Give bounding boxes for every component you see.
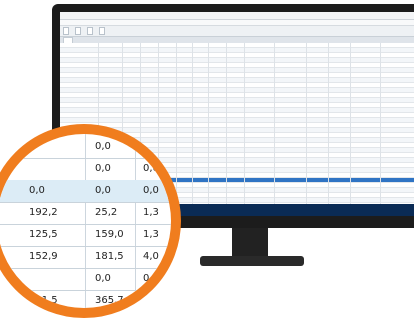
magnifier-cell: 4,0 [143,251,159,262]
magnifier-cell: 0,0 [95,273,111,284]
magnifier-row: 0,0 0,0 [0,268,171,290]
magnifier-cell: 0,0 [95,185,111,196]
column-divider [380,43,381,204]
magnifier-cell: 159,0 [95,229,124,240]
column-divider [274,43,275,204]
magnifier-cell: 181,5 [95,251,124,262]
magnifier-cell: 192,2 [29,207,58,218]
toolbar-button[interactable] [99,27,105,35]
magnifier-cell: 1,3 [143,207,159,218]
magnifier-cell: 365,7 [95,295,124,306]
magnifier-row: 0,0 0,0 [0,158,171,180]
column-divider [176,43,177,204]
magnifier-row: 152,9 181,5 4,0 [0,246,171,268]
magnifier-cell: 0,0 [143,163,159,174]
magnifier-cell: 311,5 [29,295,58,306]
column-divider [226,43,227,204]
toolbar [60,26,414,37]
toolbar-button[interactable] [63,27,69,35]
monitor-stand-neck [232,228,268,258]
magnifier-lens: 0,0 0,0 0,0 0,0 0,0 0,0 192,2 25,2 1,3 125,5 159,0… [0,124,181,318]
magnifier-cell: 1,3 [143,229,159,240]
column-divider [244,43,245,204]
column-divider [350,43,351,204]
magnifier-cell: 0,0 [143,273,159,284]
magnifier-cell: 0,0 [95,141,111,152]
magnifier-cell: 152,9 [29,251,58,262]
column-divider [306,43,307,204]
magnifier-row: 125,5 159,0 1,3 [0,224,171,246]
column-divider [192,43,193,204]
magnifier-row: 311,5 365,7 [0,290,171,308]
magnifier-cell: 0,0 [143,185,159,196]
magnifier-cell: 125,5 [29,229,58,240]
magnifier-row: 0,0 [0,136,171,158]
magnifier-row-divider [0,312,171,313]
toolbar-button[interactable] [75,27,81,35]
monitor-stand-base [200,256,304,266]
toolbar-button[interactable] [87,27,93,35]
column-divider [208,43,209,204]
window-titlebar [60,12,414,20]
magnifier-cell: 0,0 [95,163,111,174]
magnifier-row: 192,2 25,2 1,3 [0,202,171,224]
column-divider [328,43,329,204]
magnifier-row: 0,0 0,0 0,0 [0,180,171,202]
magnifier-cell: 0,0 [29,185,45,196]
magnifier-cell: 25,2 [95,207,118,218]
